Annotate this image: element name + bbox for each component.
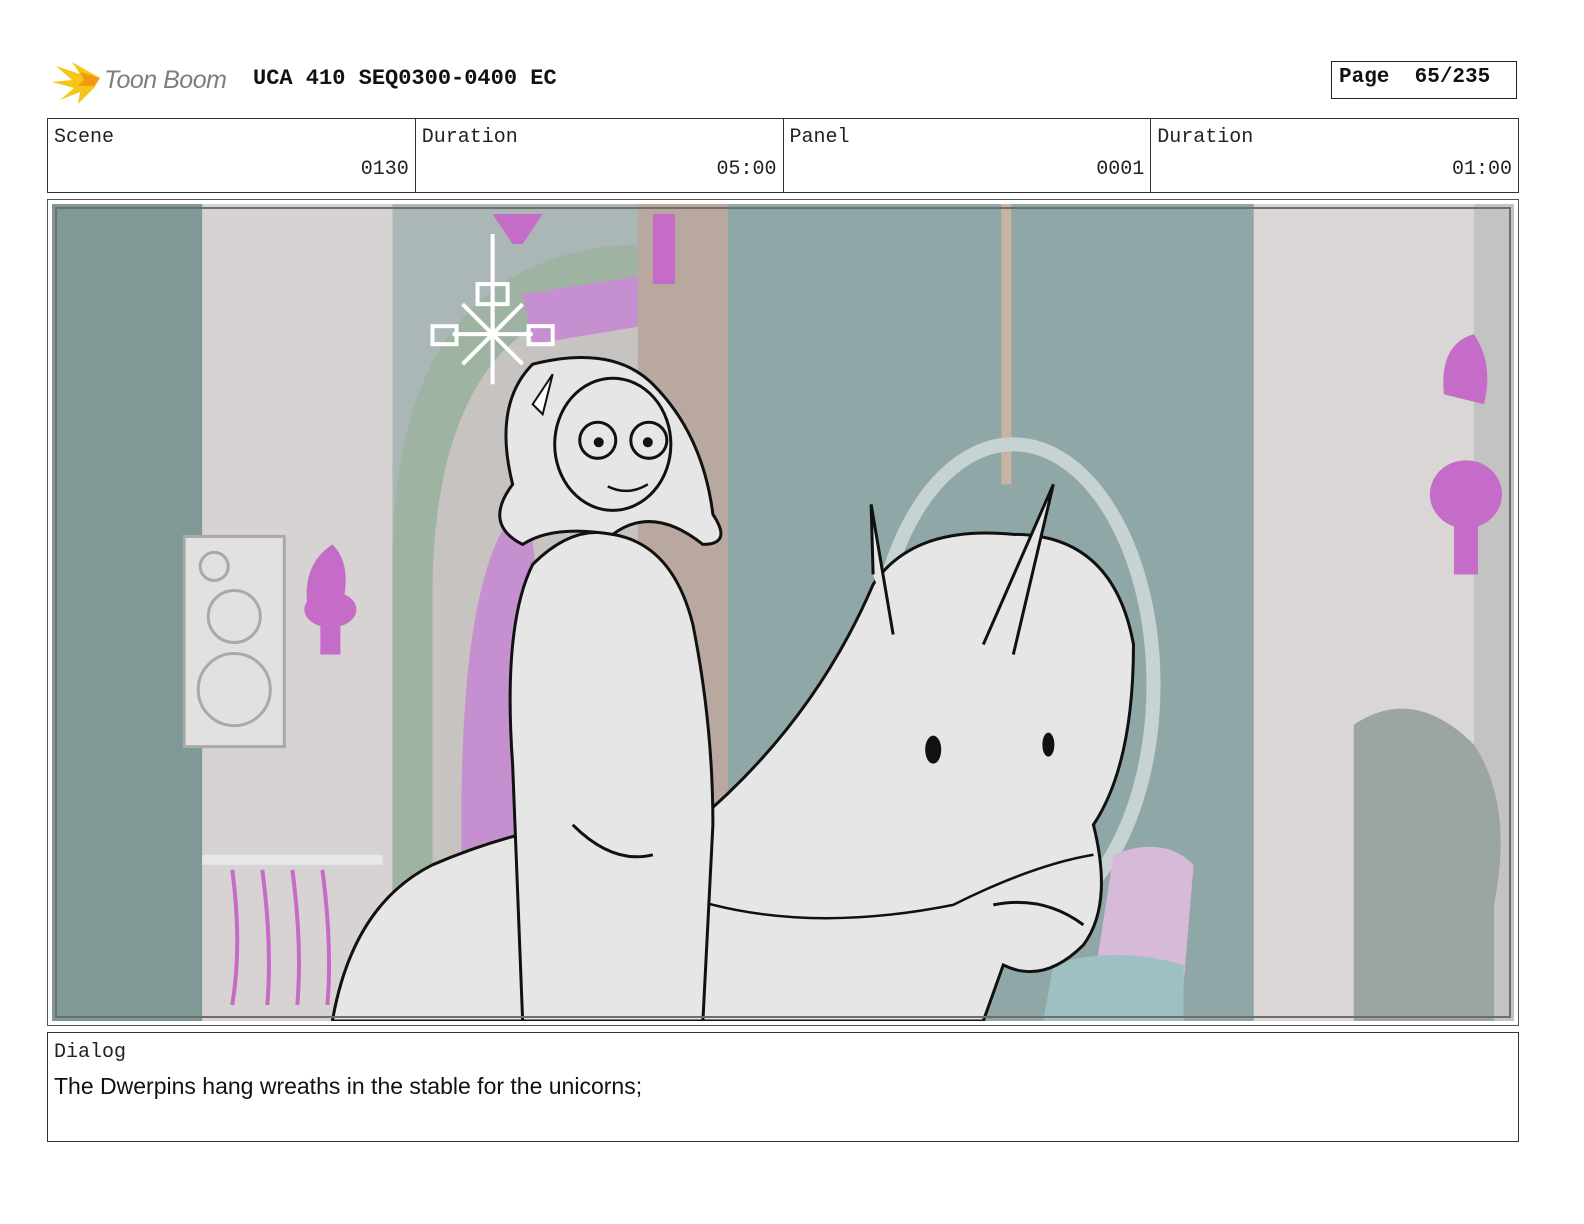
panel-value: 0001 [1096,158,1145,181]
page-number: Page 65/235 [1331,61,1517,99]
scene-value: 0130 [360,158,409,181]
panel-label: Panel [789,126,850,149]
scene-label: Scene [54,126,115,149]
dialog-box: Dialog The Dwerpins hang wreaths in the … [47,1032,1519,1142]
dialog-label: Dialog [54,1041,127,1064]
panel-duration-cell: Duration 01:00 [1150,119,1518,192]
scene-info-table: Scene 0130 Duration 05:00 Panel 0001 Dur… [47,118,1519,193]
scene-duration-cell: Duration 05:00 [414,119,783,192]
dialog-text: The Dwerpins hang wreaths in the stable … [54,1073,643,1099]
toon-boom-logo: Toon Boom [50,56,240,106]
panel-cell: Panel 0001 [782,119,1151,192]
document-title: UCA 410 SEQ0300-0400 EC [253,66,557,91]
comet-logo-icon [52,62,100,104]
scene-cell: Scene 0130 [48,119,415,192]
scene-duration-value: 05:00 [716,158,777,181]
panel-artwork [52,204,1514,1021]
logo-wordmark: Toon Boom [104,66,227,94]
panel-duration-label: Duration [1157,126,1254,149]
storyboard-panel [47,199,1519,1026]
scene-duration-label: Duration [421,126,518,149]
panel-duration-value: 01:00 [1451,158,1512,181]
